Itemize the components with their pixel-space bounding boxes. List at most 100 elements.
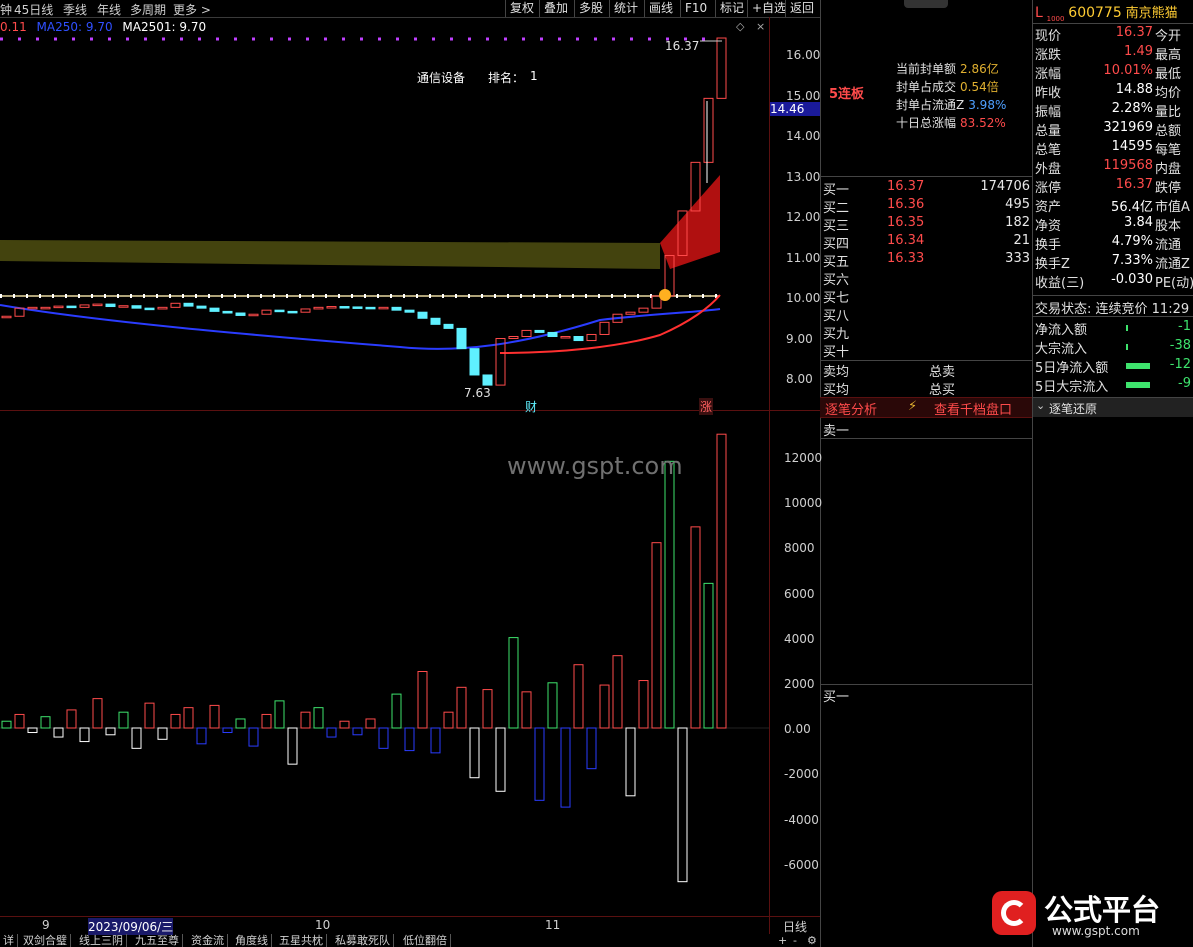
tick-analysis-button[interactable]: 逐笔分析 bbox=[825, 399, 877, 418]
volume-bar bbox=[235, 718, 246, 729]
order-book-row[interactable]: 买四 16.34 21 bbox=[823, 233, 1030, 252]
tab-shuangjian[interactable]: 双剑合璧 bbox=[20, 934, 71, 947]
volume-bar bbox=[339, 720, 350, 729]
quote-row: 收益(三) -0.030 PE(动) bbox=[1035, 272, 1193, 291]
volume-tick: 8000 bbox=[784, 541, 815, 556]
view-depth-button[interactable]: 查看千档盘口 bbox=[934, 399, 1012, 418]
draw-line-button[interactable]: 画线 bbox=[644, 0, 677, 17]
candle bbox=[560, 336, 571, 339]
quote-row: 换手 4.79% 流通 bbox=[1035, 234, 1193, 253]
close-icon[interactable]: × bbox=[756, 20, 765, 33]
tick-analysis-bar: 逐笔分析 ⚡ 查看千档盘口 bbox=[820, 397, 1033, 418]
volume-bar bbox=[118, 711, 129, 729]
back-button[interactable]: 返回 bbox=[785, 0, 818, 17]
status-divider bbox=[1033, 295, 1193, 296]
volume-bar bbox=[612, 655, 623, 729]
quote-label-right: PE(动) bbox=[1155, 276, 1193, 291]
toolbar-item-minute[interactable]: 钟 bbox=[0, 1, 12, 18]
fuquan-button[interactable]: 复权 bbox=[505, 0, 538, 17]
volume-bar bbox=[690, 526, 701, 729]
volume-tick: -6000 bbox=[784, 857, 819, 872]
gear-icon[interactable]: ⚙ bbox=[804, 934, 820, 947]
toolbar-item-multi-period[interactable]: 多周期 bbox=[130, 1, 166, 18]
industry-rank-label: 排名： bbox=[488, 71, 525, 85]
volume-bar bbox=[105, 727, 116, 736]
tab-jiaodu[interactable]: 角度线 bbox=[232, 934, 272, 947]
volume-bar bbox=[274, 700, 285, 729]
collapse-handle[interactable] bbox=[904, 0, 948, 8]
seal-info-label: 十日总涨幅 bbox=[896, 116, 957, 130]
quote-row: 总量 321969 总额 bbox=[1035, 120, 1193, 139]
volume-bar bbox=[417, 671, 428, 729]
avg-buy-row: 买均 总买 bbox=[823, 379, 1030, 398]
gspt-logo: 公式平台 www.gspt.com bbox=[988, 887, 1188, 942]
quote-value: 4.79% bbox=[1111, 234, 1153, 249]
multi-stock-button[interactable]: 多股 bbox=[574, 0, 607, 17]
add-watchlist-button[interactable]: +自选 bbox=[747, 0, 790, 17]
total-sell-label: 总卖 bbox=[929, 365, 956, 380]
candle bbox=[196, 305, 207, 309]
stats-button[interactable]: 统计 bbox=[609, 0, 642, 17]
price-tick: 13.00 bbox=[786, 169, 821, 184]
volume-bar bbox=[131, 727, 142, 749]
order-book-row[interactable]: 买一 16.37 174706 bbox=[823, 179, 1030, 198]
fund-flow-row: 净流入额 -1 bbox=[1035, 319, 1193, 338]
quote-value: 321969 bbox=[1103, 120, 1153, 135]
order-book-row[interactable]: 买三 16.35 182 bbox=[823, 215, 1030, 234]
quote-row: 资产 56.4亿 市值A bbox=[1035, 196, 1193, 215]
order-book-row[interactable]: 买二 16.36 495 bbox=[823, 197, 1030, 216]
order-book-row[interactable]: 买七 bbox=[823, 287, 1030, 306]
toolbar-item-year[interactable]: 年线 bbox=[97, 1, 121, 18]
candle bbox=[521, 329, 532, 337]
order-book-row[interactable]: 买五 16.33 333 bbox=[823, 251, 1030, 270]
tab-simu[interactable]: 私募敢死队 bbox=[332, 934, 394, 947]
volume-bar bbox=[469, 727, 480, 779]
order-book-row[interactable]: 买八 bbox=[823, 305, 1030, 324]
tab-diwei[interactable]: 低位翻倍 bbox=[400, 934, 451, 947]
candle bbox=[573, 336, 584, 342]
candle bbox=[534, 329, 545, 333]
tick-restore-bar[interactable]: ⌄ 逐笔还原 bbox=[1033, 397, 1193, 417]
volume-bar bbox=[365, 718, 376, 729]
volume-bar bbox=[248, 727, 259, 747]
tab-jiuwu[interactable]: 九五至尊 bbox=[132, 934, 183, 947]
order-book-row[interactable]: 买九 bbox=[823, 323, 1030, 342]
tab-zijinliu[interactable]: 资金流 bbox=[188, 934, 228, 947]
candle bbox=[456, 327, 467, 350]
quote-value: 10.01% bbox=[1103, 63, 1153, 78]
zoom-out-button[interactable]: - bbox=[790, 934, 800, 947]
diamond-icon[interactable]: ◇ bbox=[736, 20, 744, 33]
quote-label-right: 今开 bbox=[1155, 29, 1182, 44]
f10-button[interactable]: F10 bbox=[680, 0, 711, 17]
volume-bar bbox=[703, 582, 714, 729]
volume-bar bbox=[573, 664, 584, 729]
trade-status-label: 交易状态: bbox=[1035, 302, 1092, 317]
zoom-in-button[interactable]: + bbox=[775, 934, 790, 947]
seal-info-value: 2.86亿 bbox=[960, 62, 999, 76]
right-panel-border bbox=[1032, 0, 1033, 947]
candle bbox=[261, 309, 272, 315]
seal-info-value: 83.52% bbox=[960, 116, 1006, 130]
toolbar-item-more[interactable]: 更多 > bbox=[173, 1, 211, 18]
quote-row: 涨停 16.37 跌停 bbox=[1035, 177, 1193, 196]
candle bbox=[378, 306, 389, 310]
order-volume: 174706 bbox=[980, 179, 1030, 194]
period-label[interactable]: 日线 bbox=[783, 918, 807, 935]
order-book-row[interactable]: 买六 bbox=[823, 269, 1030, 288]
tab-xianshang[interactable]: 线上三阴 bbox=[76, 934, 127, 947]
quote-label-right: 内盘 bbox=[1155, 162, 1182, 177]
fund-flow-value: -1 bbox=[1178, 319, 1191, 334]
candle bbox=[495, 338, 506, 386]
tab-wuxing[interactable]: 五星共枕 bbox=[276, 934, 327, 947]
candle bbox=[1, 315, 12, 319]
order-price: 16.34 bbox=[887, 233, 925, 248]
toolbar-item-season[interactable]: 季线 bbox=[63, 1, 87, 18]
toolbar-item-45day[interactable]: 45日线 bbox=[14, 1, 53, 18]
quote-label: 换手Z bbox=[1035, 257, 1070, 272]
industry-name: 通信设备 bbox=[417, 71, 466, 85]
mark-button[interactable]: 标记 bbox=[715, 0, 748, 17]
order-book-row[interactable]: 买十 bbox=[823, 341, 1030, 360]
overlay-button[interactable]: 叠加 bbox=[539, 0, 572, 17]
order-level-label: 买二 bbox=[823, 201, 850, 216]
tab-detail[interactable]: 详 bbox=[0, 934, 18, 947]
